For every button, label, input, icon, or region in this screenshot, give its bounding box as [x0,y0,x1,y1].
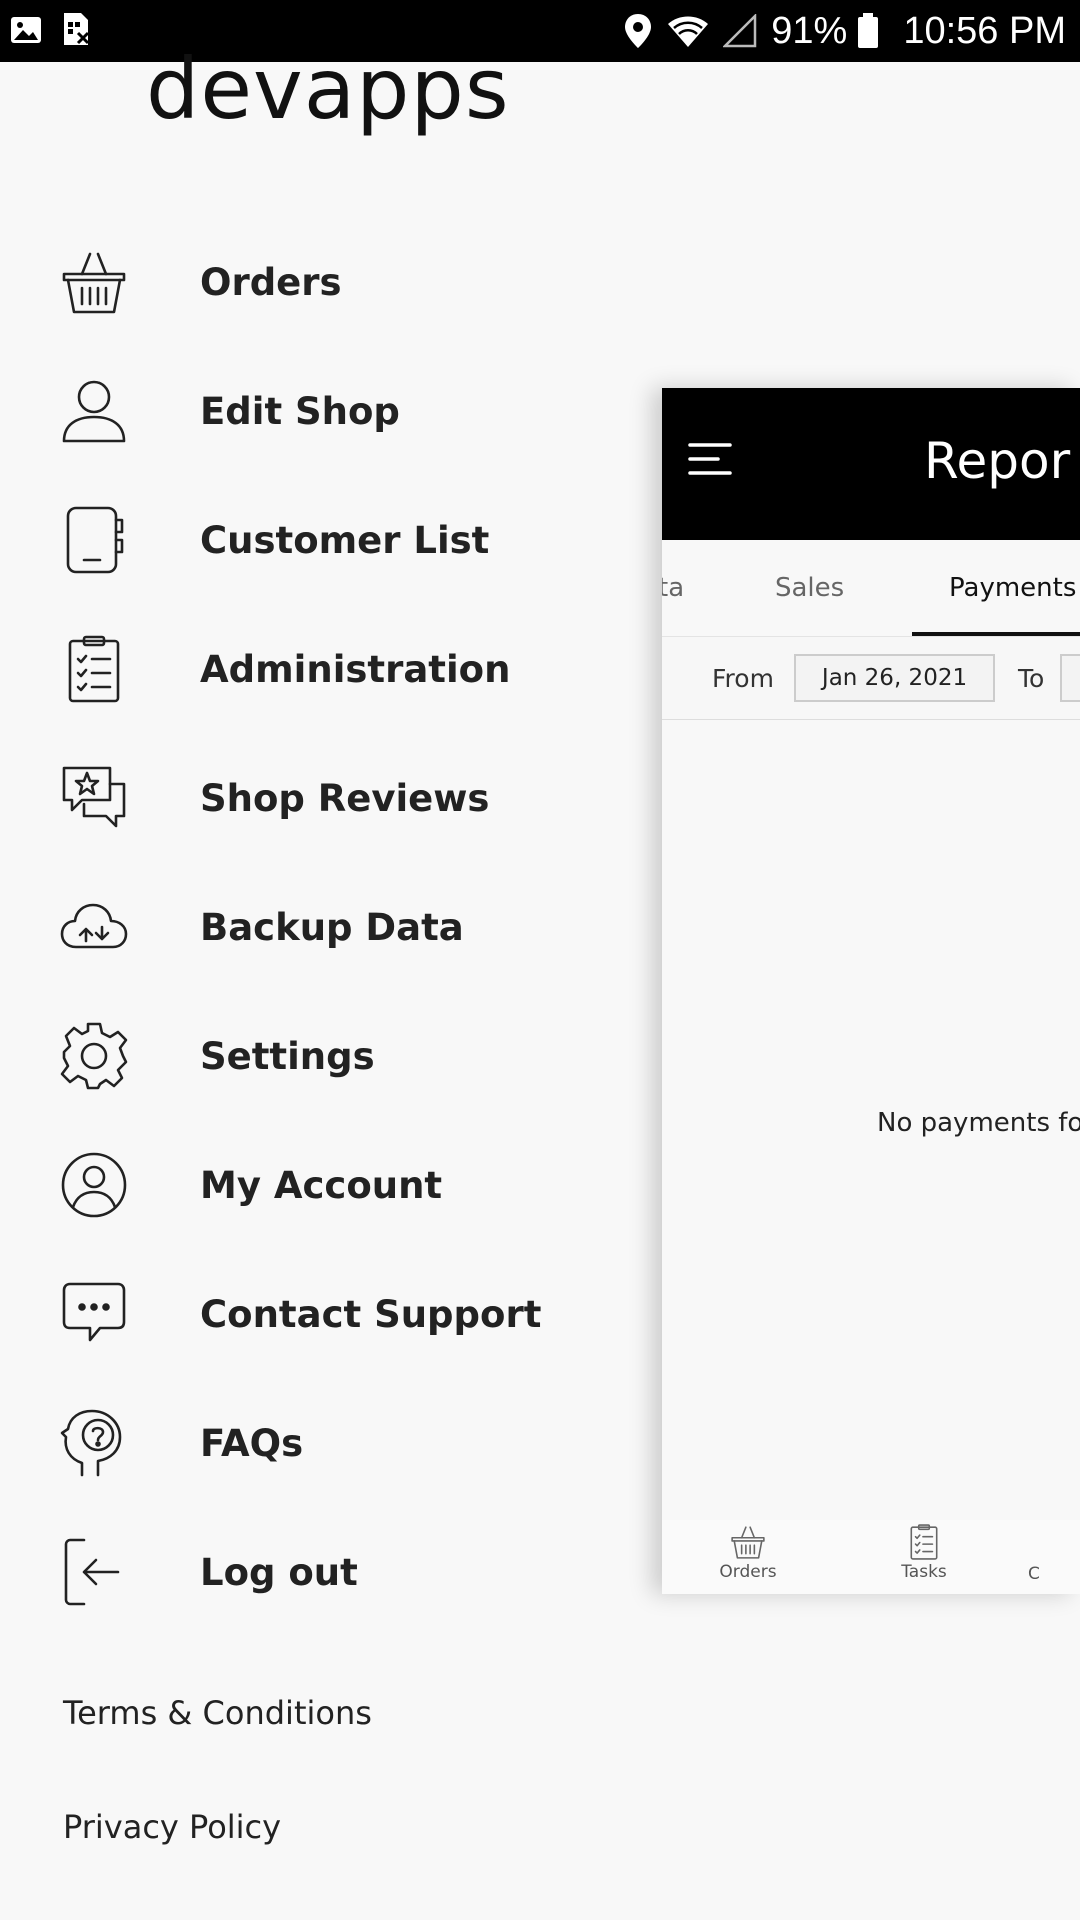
cloud-sync-icon [60,893,128,961]
status-bar-left [10,12,107,50]
menu-item-faqs[interactable]: FAQs [0,1379,640,1508]
status-bar-right: 91% 10:56 PM [623,0,1066,62]
from-date-field[interactable]: Jan 26, 2021 [794,654,995,702]
menu-item-label: Contact Support [200,1293,542,1336]
clipboard-checklist-icon [910,1524,938,1560]
chat-bubble-icon [60,1280,128,1348]
from-label: From [712,664,774,693]
gear-icon [60,1022,128,1090]
menu-item-label: Customer List [200,519,490,562]
menu-item-label: Log out [200,1551,358,1594]
empty-state-message: No payments fo [877,1108,1080,1138]
menu-item-backup-data[interactable]: Backup Data [0,863,640,992]
tab-data[interactable]: ta [662,540,684,636]
logout-icon [60,1538,128,1606]
menu-item-label: FAQs [200,1422,304,1465]
bottom-nav-label: Tasks [901,1562,947,1582]
menu-item-label: Orders [200,261,342,304]
menu-item-label: Edit Shop [200,390,400,433]
menu-item-contact-support[interactable]: Contact Support [0,1250,640,1379]
hamburger-menu-icon[interactable] [688,442,732,476]
menu-item-edit-shop[interactable]: Edit Shop [0,347,640,476]
app-screen-preview[interactable]: Repor ta Sales Payments From Jan 26, 202… [662,388,1080,1594]
basket-icon [731,1526,765,1559]
bottom-navigation: Orders Tasks C [662,1520,1080,1594]
clock: 10:56 PM [903,9,1066,52]
brand-name: devapps [146,40,510,138]
bottom-nav-item-cut[interactable]: C [1028,1520,1080,1594]
wifi-icon [668,16,709,47]
menu-item-customer-list[interactable]: Customer List [0,476,640,605]
date-filter: From Jan 26, 2021 To [662,636,1080,720]
person-icon [60,377,128,445]
menu-item-label: Settings [200,1035,375,1078]
menu-item-settings[interactable]: Settings [0,992,640,1121]
basket-icon [60,248,128,316]
menu-item-label: Administration [200,648,511,691]
menu-item-orders[interactable]: Orders [0,218,640,347]
bottom-nav-tasks[interactable]: Tasks [869,1520,979,1594]
battery-percent: 91% [771,9,848,52]
location-icon [625,14,652,48]
menu-item-label: Shop Reviews [200,777,490,820]
sim-card-icon [64,13,90,45]
menu-item-my-account[interactable]: My Account [0,1121,640,1250]
menu-item-label: Backup Data [200,906,464,949]
page-title: Repor [924,432,1071,490]
terms-link[interactable]: Terms & Conditions [63,1694,372,1732]
menu-item-shop-reviews[interactable]: Shop Reviews [0,734,640,863]
to-label: To [1018,664,1045,693]
bottom-nav-orders[interactable]: Orders [693,1520,803,1594]
menu-item-administration[interactable]: Administration [0,605,640,734]
privacy-link[interactable]: Privacy Policy [63,1808,281,1846]
menu-item-log-out[interactable]: Log out [0,1508,640,1637]
app-header: Repor [662,388,1080,540]
clipboard-checklist-icon [60,635,128,703]
review-chat-star-icon [60,764,128,832]
image-icon [11,17,41,43]
account-circle-icon [60,1151,128,1219]
menu-item-label: My Account [200,1164,443,1207]
head-question-icon [60,1409,128,1477]
bottom-nav-label: C [1028,1564,1040,1584]
address-book-icon [60,506,128,574]
bottom-nav-label: Orders [719,1562,777,1582]
cell-signal-icon [723,14,757,48]
tab-sales[interactable]: Sales [775,540,844,636]
tab-payments[interactable]: Payments [949,540,1076,636]
to-date-field[interactable] [1060,654,1080,702]
tab-bar: ta Sales Payments [662,540,1080,636]
battery-icon [858,13,879,48]
